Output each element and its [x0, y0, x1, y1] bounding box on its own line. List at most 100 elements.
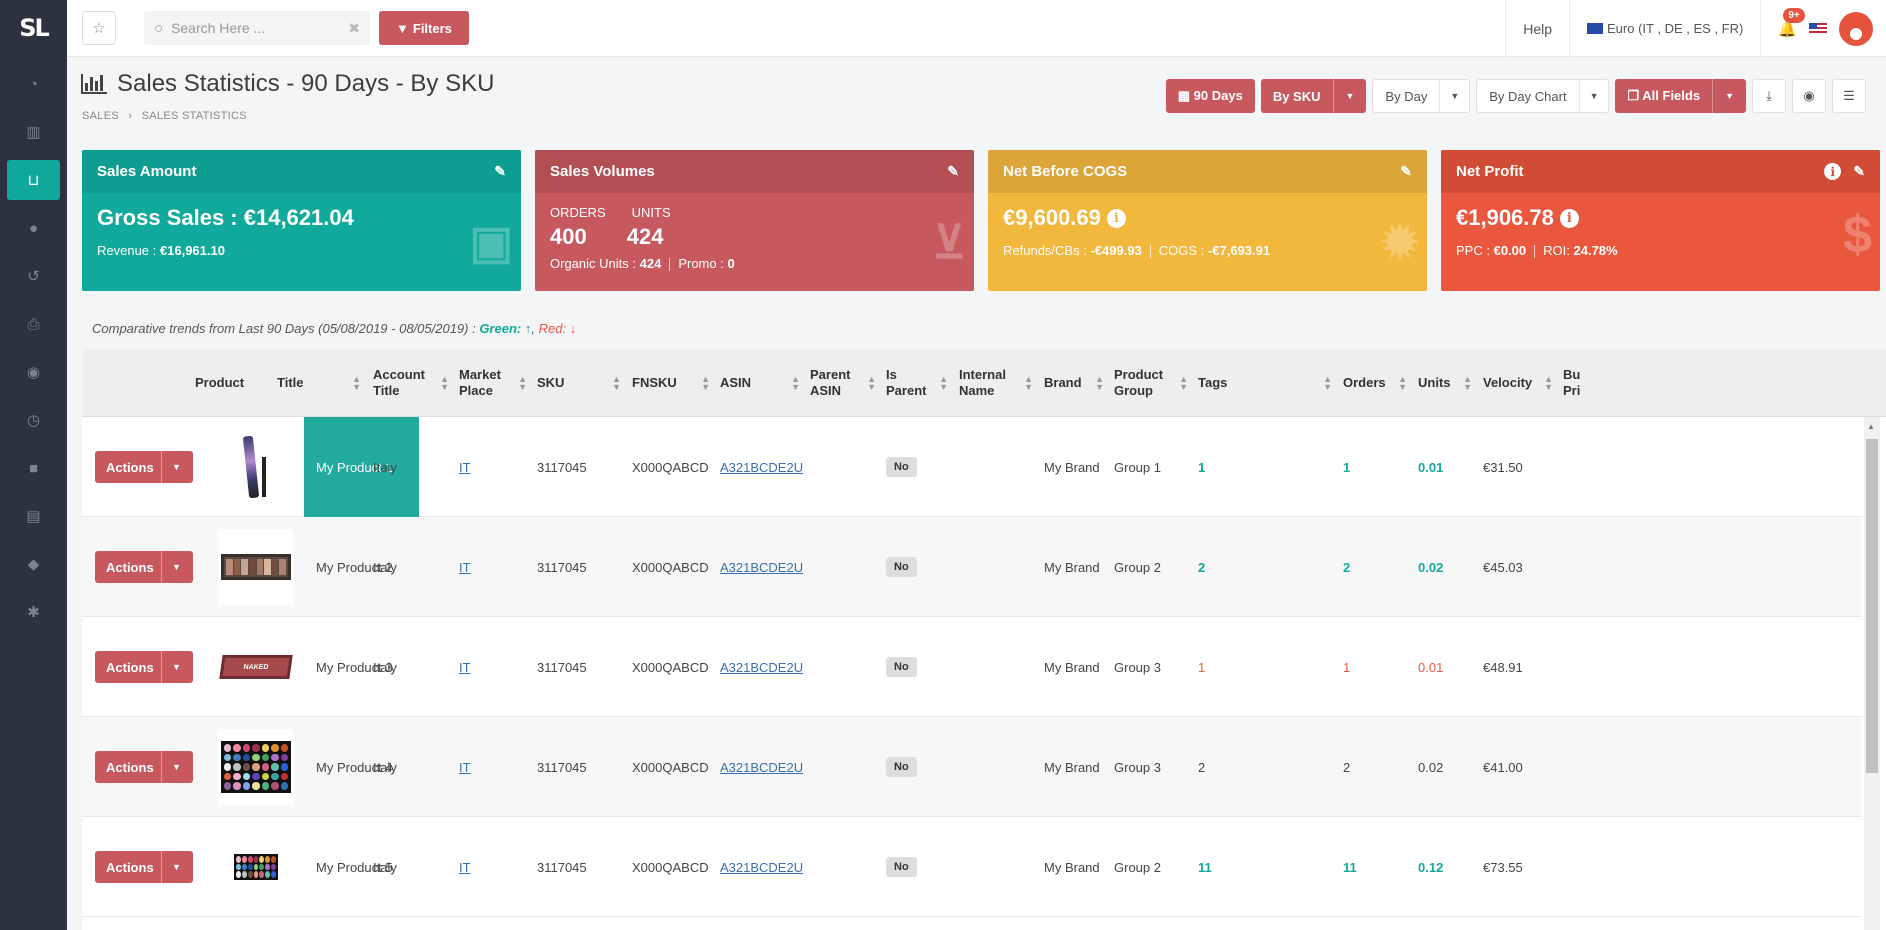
sort-icon[interactable]: ▲ ▼: [1544, 375, 1553, 392]
sort-icon[interactable]: ▲ ▼: [1179, 375, 1188, 392]
sort-icon[interactable]: ▲ ▼: [1323, 375, 1332, 392]
velocity-value: €73.55: [1483, 859, 1523, 875]
column-header-units[interactable]: Units ▲ ▼: [1418, 349, 1478, 417]
all-fields-dropdown[interactable]: ❐ All Fields ▼: [1615, 79, 1746, 113]
scrollbar-thumb[interactable]: [1866, 439, 1878, 773]
sidebar-item-users[interactable]: ●: [7, 208, 60, 248]
marketplace-selector[interactable]: Euro (IT , DE , ES , FR): [1569, 0, 1760, 57]
sort-icon[interactable]: ▲ ▼: [518, 375, 527, 392]
sku-value: 3117045: [537, 859, 587, 875]
asin-link[interactable]: A321BCDE2U: [720, 460, 803, 475]
period-90-days-button[interactable]: ▦ 90 Days: [1165, 79, 1255, 113]
column-header-bu-pri[interactable]: Bu Pri: [1563, 349, 1593, 417]
actions-dropdown[interactable]: Actions ▼: [95, 451, 193, 483]
asin-link[interactable]: A321BCDE2U: [720, 560, 803, 575]
trends-red-label: Red:: [538, 321, 567, 336]
product-thumbnail[interactable]: [218, 529, 294, 605]
user-avatar[interactable]: [1839, 11, 1873, 46]
sidebar-item-basket[interactable]: ⊔: [7, 160, 60, 200]
sidebar-item-briefcase[interactable]: ■: [7, 448, 60, 488]
actions-dropdown[interactable]: Actions ▼: [95, 751, 193, 783]
column-header-asin[interactable]: ASIN ▲ ▼: [720, 349, 806, 417]
sort-icon[interactable]: ▲ ▼: [867, 375, 876, 392]
column-header-tags[interactable]: Tags ▲ ▼: [1198, 349, 1338, 417]
sort-icon[interactable]: ▲ ▼: [612, 375, 621, 392]
product-thumbnail[interactable]: [218, 829, 294, 905]
asin-link[interactable]: A321BCDE2U: [720, 660, 803, 675]
sort-icon[interactable]: ▲ ▼: [1398, 375, 1407, 392]
column-header-parent-asin[interactable]: Parent ASIN ▲ ▼: [810, 349, 882, 417]
clear-search-icon[interactable]: ✖: [348, 20, 360, 37]
product-thumbnail[interactable]: NAKED: [218, 629, 294, 705]
breadcrumb-sales[interactable]: SALES: [82, 110, 119, 122]
pin-icon[interactable]: ✎: [1853, 163, 1865, 180]
column-header-brand[interactable]: Brand ▲ ▼: [1044, 349, 1110, 417]
info-icon[interactable]: i: [1559, 208, 1579, 228]
column-header-title[interactable]: Title ▲ ▼: [277, 349, 367, 417]
vertical-scrollbar[interactable]: ▲: [1864, 417, 1880, 930]
actions-dropdown[interactable]: Actions ▼: [95, 851, 193, 883]
info-icon[interactable]: i: [1824, 163, 1842, 180]
column-header-orders[interactable]: Orders ▲ ▼: [1343, 349, 1413, 417]
sidebar-item-barcode[interactable]: ▥: [7, 112, 60, 152]
pin-icon[interactable]: ✎: [494, 163, 506, 180]
actions-dropdown[interactable]: Actions ▼: [95, 551, 193, 583]
sort-icon[interactable]: ▲ ▼: [701, 375, 710, 392]
by-day-chart-dropdown[interactable]: By Day Chart ▼: [1476, 79, 1610, 113]
sort-icon[interactable]: ▲ ▼: [1463, 375, 1472, 392]
column-header-sku[interactable]: SKU ▲ ▼: [537, 349, 627, 417]
column-header-product-group[interactable]: Product Group ▲ ▼: [1114, 349, 1194, 417]
help-link[interactable]: Help: [1505, 0, 1569, 57]
marketplace-link[interactable]: IT: [459, 860, 471, 875]
product-thumbnail[interactable]: [218, 429, 294, 505]
actions-dropdown[interactable]: Actions ▼: [95, 651, 193, 683]
download-button[interactable]: ⤓: [1752, 79, 1786, 113]
sort-icon[interactable]: ▲ ▼: [352, 375, 361, 392]
pin-icon[interactable]: ✎: [1400, 163, 1412, 180]
sidebar-item-clock[interactable]: ◷: [7, 400, 60, 440]
product-group-value: Group 2: [1114, 859, 1161, 875]
column-header-velocity[interactable]: Velocity ▲ ▼: [1483, 349, 1559, 417]
product-thumbnail[interactable]: [218, 729, 294, 805]
sidebar-item-gear[interactable]: ✱: [7, 592, 60, 632]
column-header-is-parent[interactable]: Is Parent ▲ ▼: [886, 349, 954, 417]
sort-icon[interactable]: ▲ ▼: [1095, 375, 1104, 392]
sort-icon[interactable]: ▲ ▼: [440, 375, 449, 392]
by-day-dropdown[interactable]: By Day ▼: [1372, 79, 1471, 113]
notifications-bell-icon[interactable]: 🔔 9+: [1778, 7, 1805, 38]
column-settings-button[interactable]: ☰: [1832, 79, 1866, 113]
info-icon[interactable]: i: [1106, 208, 1126, 228]
sidebar-item-print[interactable]: ⎙: [7, 304, 60, 344]
filters-button[interactable]: ▼ Filters: [379, 11, 469, 45]
app-logo[interactable]: SL: [0, 0, 67, 56]
sidebar-item-dashboard[interactable]: ◔: [7, 64, 60, 104]
group-by-sku-dropdown[interactable]: By SKU ▼: [1260, 79, 1367, 113]
marketplace-link[interactable]: IT: [459, 760, 471, 775]
marketplace-link[interactable]: IT: [459, 560, 471, 575]
column-header-fnsku[interactable]: FNSKU ▲ ▼: [632, 349, 716, 417]
asin-link[interactable]: A321BCDE2U: [720, 860, 803, 875]
visibility-button[interactable]: ◉: [1792, 79, 1826, 113]
sidebar-item-invoice[interactable]: ▤: [7, 496, 60, 536]
sidebar-item-target[interactable]: ◉: [7, 352, 60, 392]
favorite-star-button[interactable]: ☆: [82, 11, 116, 45]
sort-icon[interactable]: ▲ ▼: [1024, 375, 1033, 392]
sort-icon[interactable]: ▲ ▼: [939, 375, 948, 392]
sidebar-item-tag[interactable]: ◆: [7, 544, 60, 584]
sort-icon[interactable]: ▲ ▼: [791, 375, 800, 392]
search-input[interactable]: [171, 20, 332, 36]
search-box[interactable]: ○ ✖: [144, 11, 370, 45]
scroll-up-icon[interactable]: ▲: [1867, 422, 1875, 431]
asin-link[interactable]: A321BCDE2U: [720, 760, 803, 775]
language-flag-icon[interactable]: [1809, 22, 1827, 35]
column-header-product[interactable]: Product: [195, 349, 275, 417]
pin-icon[interactable]: ✎: [947, 163, 959, 180]
product-title[interactable]: My Product 1: [304, 417, 419, 517]
calendar-icon: ▦: [1177, 88, 1191, 103]
sidebar-item-undo[interactable]: ↺: [7, 256, 60, 296]
column-header-account-title[interactable]: Account Title ▲ ▼: [373, 349, 455, 417]
column-header-internal-name[interactable]: Internal Name ▲ ▼: [959, 349, 1039, 417]
column-header-market-place[interactable]: Market Place ▲ ▼: [459, 349, 533, 417]
marketplace-link[interactable]: IT: [459, 660, 471, 675]
marketplace-link[interactable]: IT: [459, 460, 471, 475]
